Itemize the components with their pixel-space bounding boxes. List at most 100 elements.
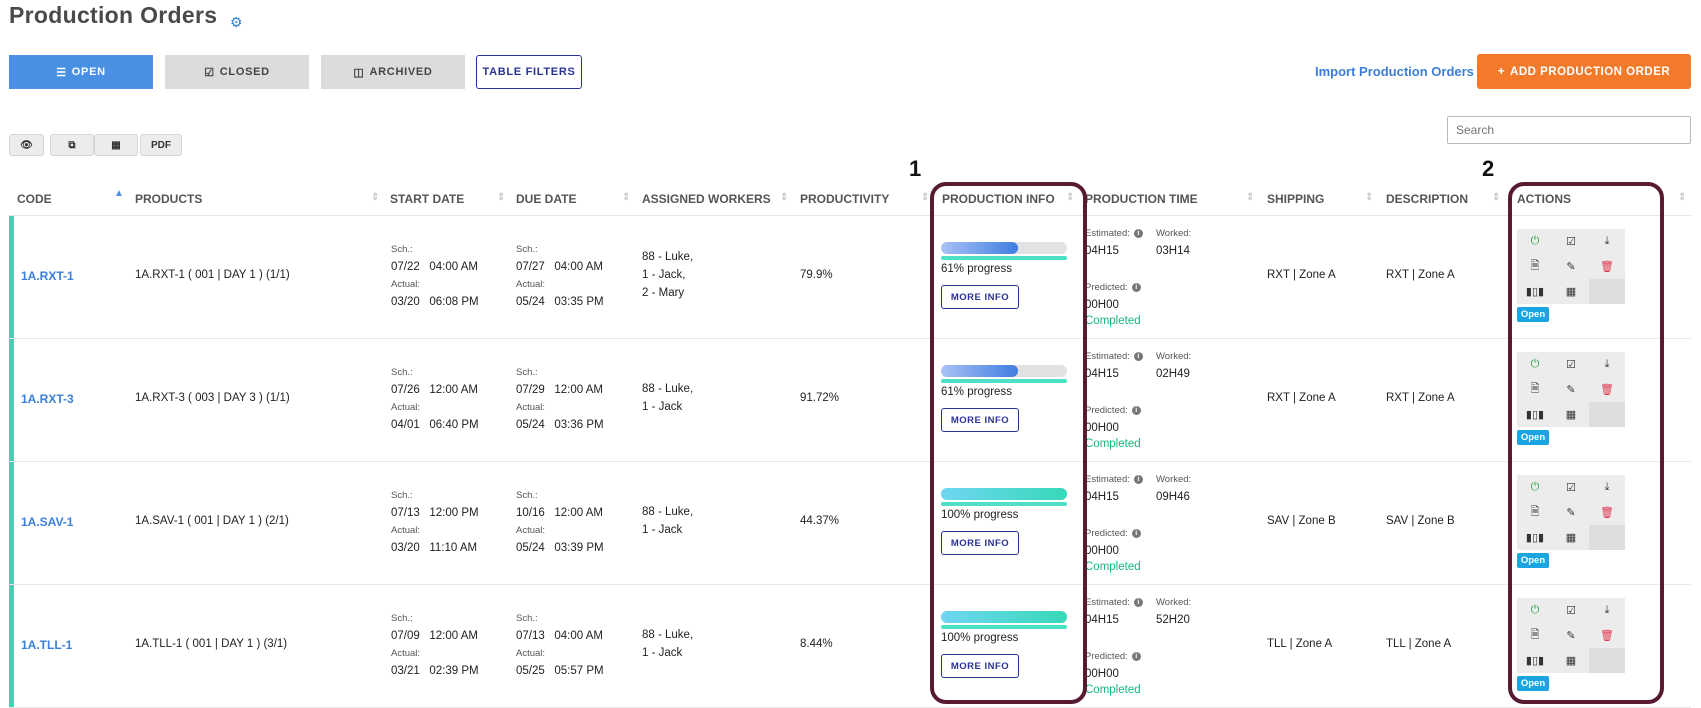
start-actual-label: Actual: <box>391 279 421 290</box>
pdf-label: PDF <box>151 139 171 151</box>
predicted-label: Predicted: i <box>1085 282 1141 293</box>
start-actual-label: Actual: <box>391 525 421 536</box>
info-icon[interactable]: i <box>1131 529 1141 538</box>
product-cell: 1A.RXT-3 ( 003 | DAY 3 ) (1/1) <box>135 392 290 404</box>
col-header-productivity[interactable]: PRODUCTIVITY <box>800 192 889 206</box>
col-header-production-time[interactable]: PRODUCTION TIME <box>1085 192 1198 206</box>
due-actual-value: 05/24 03:36 PM <box>516 419 604 431</box>
tab-open[interactable]: ☰ OPEN <box>9 55 153 89</box>
shipping-cell: SAV | Zone B <box>1267 515 1336 527</box>
status-text: Completed <box>1085 684 1141 696</box>
worked-value: 03H14 <box>1156 245 1190 257</box>
col-header-description[interactable]: DESCRIPTION <box>1386 192 1468 206</box>
start-actual-label: Actual: <box>391 648 421 659</box>
predicted-value: 00H00 <box>1085 422 1119 434</box>
highlight-box-actions <box>1508 182 1664 704</box>
estimated-label-text: Estimated: <box>1085 351 1130 362</box>
tab-closed[interactable]: ☑ CLOSED <box>165 55 309 89</box>
check-square-icon: ☑ <box>204 66 215 79</box>
tab-archived[interactable]: ◫ ARCHIVED <box>321 55 465 89</box>
worked-value: 02H49 <box>1156 368 1190 380</box>
info-icon[interactable]: i <box>1131 406 1141 415</box>
info-icon[interactable]: i <box>1131 652 1141 661</box>
worked-value: 52H20 <box>1156 614 1190 626</box>
import-production-orders-link[interactable]: Import Production Orders <box>1315 64 1474 79</box>
predicted-value: 00H00 <box>1085 545 1119 557</box>
sort-asc-icon[interactable]: ▲ <box>114 188 124 199</box>
col-header-start-date[interactable]: START DATE <box>390 192 464 206</box>
start-actual-value: 03/20 11:10 AM <box>391 542 478 554</box>
productivity-value: 91.72% <box>800 392 840 404</box>
info-icon[interactable]: i <box>1133 475 1143 484</box>
assigned-worker: 88 - Luke, <box>642 506 694 518</box>
sort-icon[interactable]: ⇕ <box>497 192 505 203</box>
gear-icon[interactable]: ⚙ <box>230 14 243 31</box>
sort-icon[interactable]: ⇕ <box>371 192 379 203</box>
estimated-label-text: Estimated: <box>1085 228 1130 239</box>
copy-button[interactable]: ⧉ <box>50 134 94 156</box>
start-actual-value: 03/21 02:39 PM <box>391 665 479 677</box>
shipping-cell: RXT | Zone A <box>1267 392 1336 404</box>
excel-export-button[interactable]: ▦ <box>94 134 138 156</box>
info-icon[interactable]: i <box>1133 229 1143 238</box>
product-cell: 1A.SAV-1 ( 001 | DAY 1 ) (2/1) <box>135 515 289 527</box>
col-header-assigned-workers[interactable]: ASSIGNED WORKERS <box>642 192 771 206</box>
start-actual-value: 04/01 06:40 PM <box>391 419 479 431</box>
info-icon[interactable]: i <box>1131 283 1141 292</box>
worked-value: 09H46 <box>1156 491 1190 503</box>
col-header-shipping[interactable]: SHIPPING <box>1267 192 1324 206</box>
sort-icon[interactable]: ⇕ <box>622 192 630 203</box>
add-production-order-button[interactable]: + ADD PRODUCTION ORDER <box>1477 54 1691 89</box>
estimated-label-text: Estimated: <box>1085 474 1130 485</box>
estimated-value: 04H15 <box>1085 614 1119 626</box>
start-sch-value: 07/13 12:00 PM <box>391 507 479 519</box>
pdf-export-button[interactable]: PDF <box>140 134 182 156</box>
search-input[interactable] <box>1447 116 1691 144</box>
predicted-label-text: Predicted: <box>1085 405 1128 416</box>
table-filters-button[interactable]: TABLE FILTERS <box>476 55 582 89</box>
col-header-due-date[interactable]: DUE DATE <box>516 192 576 206</box>
page-title: Production Orders <box>9 2 218 28</box>
row-status-bar <box>9 216 14 338</box>
highlight-box-production-info <box>930 182 1087 704</box>
col-header-code[interactable]: CODE <box>17 192 52 206</box>
shipping-cell: TLL | Zone A <box>1267 638 1333 650</box>
info-icon[interactable]: i <box>1133 598 1143 607</box>
assigned-worker: 1 - Jack <box>642 401 683 413</box>
due-sch-value: 07/29 12:00 AM <box>516 384 603 396</box>
sort-icon[interactable]: ⇕ <box>1246 192 1254 203</box>
table-filters-label: TABLE FILTERS <box>482 66 576 78</box>
predicted-value: 00H00 <box>1085 299 1119 311</box>
sort-icon[interactable]: ⇕ <box>1678 192 1686 203</box>
due-actual-value: 05/24 03:39 PM <box>516 542 604 554</box>
due-actual-label: Actual: <box>516 648 546 659</box>
sort-icon[interactable]: ⇕ <box>921 192 929 203</box>
info-icon[interactable]: i <box>1133 352 1143 361</box>
column-visibility-button[interactable]: 👁 <box>9 134 44 156</box>
estimated-value: 04H15 <box>1085 368 1119 380</box>
assigned-worker: 88 - Luke, <box>642 629 694 641</box>
order-code-link[interactable]: 1A.RXT-1 <box>21 269 74 283</box>
estimated-value: 04H15 <box>1085 245 1119 257</box>
predicted-label-text: Predicted: <box>1085 282 1128 293</box>
sort-icon[interactable]: ⇕ <box>1492 192 1500 203</box>
order-code-link[interactable]: 1A.RXT-3 <box>21 392 74 406</box>
worked-label: Worked: <box>1156 351 1192 362</box>
order-code-link[interactable]: 1A.TLL-1 <box>21 638 72 652</box>
start-sch-label: Sch.: <box>391 244 413 255</box>
sort-icon[interactable]: ⇕ <box>1365 192 1373 203</box>
col-header-products[interactable]: PRODUCTS <box>135 192 202 206</box>
sort-icon[interactable]: ⇕ <box>780 192 788 203</box>
estimated-label: Estimated: i <box>1085 597 1143 608</box>
assigned-worker: 88 - Luke, <box>642 251 694 263</box>
predicted-value: 00H00 <box>1085 668 1119 680</box>
predicted-label: Predicted: i <box>1085 651 1141 662</box>
row-status-bar <box>9 339 14 461</box>
due-actual-label: Actual: <box>516 279 546 290</box>
assigned-worker: 1 - Jack, <box>642 269 686 281</box>
inbox-icon: ◫ <box>353 66 365 79</box>
plus-icon: + <box>1497 65 1506 78</box>
estimated-label: Estimated: i <box>1085 228 1143 239</box>
order-code-link[interactable]: 1A.SAV-1 <box>21 515 73 529</box>
estimated-label-text: Estimated: <box>1085 597 1130 608</box>
